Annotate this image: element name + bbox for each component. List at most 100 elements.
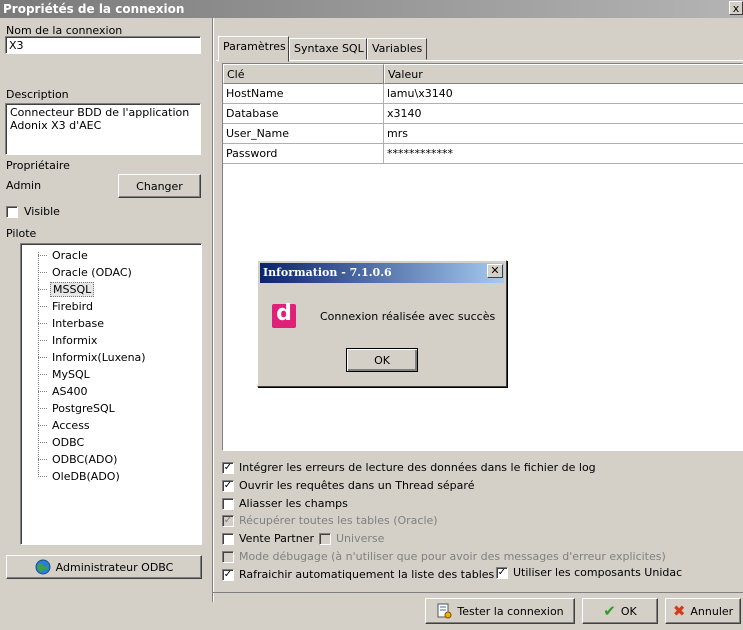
dialog-ok-button[interactable]: OK — [346, 348, 418, 372]
tree-branch-line — [38, 374, 47, 375]
test-connection-label: Tester la connexion — [457, 604, 564, 618]
option-fetch-all-tables[interactable]: ✓ Récupérer toutes les tables (Oracle) — [222, 514, 438, 527]
table-row[interactable]: Password ************ — [223, 144, 743, 164]
test-connection-button[interactable]: Tester la connexion — [425, 598, 575, 624]
driver-tree[interactable]: Oracle Oracle (ODAC) MSSQL Firebird Interbas… — [20, 243, 202, 545]
tree-branch-line — [38, 459, 47, 460]
option-use-unidac[interactable]: ✓ Utiliser les composants Unidac — [496, 566, 682, 579]
description-label: Description — [6, 88, 69, 101]
param-value-cell[interactable]: ************ — [384, 144, 743, 164]
driver-item-label: ODBC — [52, 436, 85, 449]
driver-item[interactable]: MySQL — [38, 366, 92, 383]
grid-header-value[interactable]: Valeur — [384, 64, 743, 84]
description-textarea[interactable]: Connecteur BDD de l'application Adonix X… — [5, 103, 201, 155]
tree-branch-line — [38, 323, 47, 324]
params-grid[interactable]: Clé Valeur HostName lamu\x3140 Database x31… — [222, 63, 743, 451]
fetch-all-tables-label: Récupérer toutes les tables (Oracle) — [239, 514, 438, 527]
driver-label: Pilote — [6, 227, 37, 240]
param-key-cell[interactable]: User_Name — [223, 124, 384, 144]
param-value-cell[interactable]: lamu\x3140 — [384, 84, 743, 104]
option-log-errors[interactable]: ✓ Intégrer les erreurs de lecture des don… — [222, 461, 596, 474]
driver-item[interactable]: Oracle (ODAC) — [38, 264, 134, 281]
dialog-close-button[interactable]: ✕ — [487, 264, 503, 278]
visible-checkbox[interactable] — [6, 205, 18, 218]
cancel-x-icon: ✖ — [672, 602, 686, 620]
driver-item[interactable]: Oracle — [38, 247, 90, 264]
driver-item-label: Informix — [52, 334, 98, 347]
odbc-admin-label: Administrateur ODBC — [55, 560, 174, 574]
tree-branch-line — [38, 357, 47, 358]
param-key-cell[interactable]: HostName — [223, 84, 384, 104]
tree-branch-line — [38, 306, 47, 307]
param-value-cell[interactable]: x3140 — [384, 104, 743, 124]
driver-item-label: PostgreSQL — [52, 402, 115, 415]
change-owner-button[interactable]: Changer — [118, 174, 201, 198]
tab-variables[interactable]: Variables — [367, 38, 427, 60]
driver-item[interactable]: Interbase — [38, 315, 106, 332]
tree-branch-line — [38, 408, 47, 409]
thread-queries-checkbox[interactable]: ✓ — [222, 479, 234, 492]
driver-item[interactable]: Informix — [38, 332, 99, 349]
option-vente-partner[interactable]: Vente Partner — [222, 532, 314, 545]
tab-syntaxe-sql[interactable]: Syntaxe SQL — [289, 38, 367, 60]
driver-item[interactable]: ODBC(ADO) — [38, 451, 119, 468]
log-errors-checkbox[interactable]: ✓ — [222, 461, 234, 474]
tree-branch-line — [38, 442, 47, 443]
table-row[interactable]: Database x3140 — [223, 104, 743, 124]
checkmark-icon: ✔ — [603, 602, 616, 620]
tab-parametres[interactable]: Paramètres — [218, 36, 289, 62]
dialog-message: Connexion réalisée avec succès — [320, 310, 496, 323]
bottom-separator — [213, 592, 743, 593]
test-db-icon — [437, 603, 452, 619]
driver-item[interactable]: ODBC — [38, 434, 86, 451]
panel-separator — [212, 18, 214, 602]
option-thread-queries[interactable]: ✓ Ouvrir les requêtes dans un Thread sépa… — [222, 479, 474, 492]
option-universe[interactable]: Universe — [319, 532, 384, 545]
option-debug-mode[interactable]: Mode débugage (à n'utiliser que pour avo… — [222, 550, 666, 563]
driver-item-label: MySQL — [52, 368, 90, 381]
ok-button[interactable]: ✔ OK — [582, 598, 658, 624]
driver-item[interactable]: Access — [38, 417, 92, 434]
param-key-cell[interactable]: Password — [223, 144, 384, 164]
grid-header-key[interactable]: Clé — [223, 64, 384, 84]
auto-refresh-tables-label: Rafraichir automatiquement la liste des … — [239, 568, 495, 581]
information-dialog: Information - 7.1.0.6 ✕ d Connexion réal… — [257, 260, 507, 387]
cancel-label: Annuler — [690, 604, 734, 618]
driver-item[interactable]: MSSQL — [38, 281, 95, 298]
driver-item[interactable]: OleDB(ADO) — [38, 468, 122, 485]
use-unidac-checkbox[interactable]: ✓ — [496, 566, 508, 579]
debug-mode-checkbox[interactable] — [222, 550, 234, 563]
window-close-button[interactable]: x — [729, 1, 743, 15]
use-unidac-label: Utiliser les composants Unidac — [513, 566, 683, 579]
driver-item-label: OleDB(ADO) — [52, 470, 120, 483]
param-key-cell[interactable]: Database — [223, 104, 384, 124]
table-row[interactable]: User_Name mrs — [223, 124, 743, 144]
alias-fields-label: Aliasser les champs — [239, 497, 348, 510]
vente-partner-checkbox[interactable] — [222, 532, 234, 545]
universe-checkbox[interactable] — [319, 532, 331, 545]
alias-fields-checkbox[interactable] — [222, 497, 234, 510]
cancel-button[interactable]: ✖ Annuler — [665, 598, 741, 624]
auto-refresh-tables-checkbox[interactable]: ✓ — [222, 568, 234, 581]
universe-label: Universe — [336, 532, 385, 545]
driver-item-label: Oracle (ODAC) — [52, 266, 132, 279]
driver-item[interactable]: AS400 — [38, 383, 90, 400]
param-value-cell[interactable]: mrs — [384, 124, 743, 144]
table-row[interactable]: HostName lamu\x3140 — [223, 84, 743, 104]
connection-name-input[interactable]: X3 — [5, 36, 201, 54]
driver-item-label: MSSQL — [50, 282, 95, 297]
driver-item[interactable]: Firebird — [38, 298, 95, 315]
tree-branch-line — [38, 255, 47, 256]
owner-label: Propriétaire — [6, 159, 70, 172]
odbc-admin-button[interactable]: Administrateur ODBC — [6, 555, 202, 579]
owner-value: Admin — [6, 179, 42, 192]
ok-label: OK — [620, 604, 637, 618]
driver-item[interactable]: Informix(Luxena) — [38, 349, 148, 366]
driver-item[interactable]: PostgreSQL — [38, 400, 117, 417]
option-auto-refresh-tables[interactable]: ✓ Rafraichir automatiquement la liste des… — [222, 568, 494, 581]
tab-strip-line — [216, 60, 743, 61]
driver-item-label: Access — [52, 419, 90, 432]
visible-checkbox-row[interactable]: Visible — [6, 205, 60, 218]
fetch-all-tables-checkbox[interactable]: ✓ — [222, 514, 234, 527]
option-alias-fields[interactable]: Aliasser les champs — [222, 497, 348, 510]
